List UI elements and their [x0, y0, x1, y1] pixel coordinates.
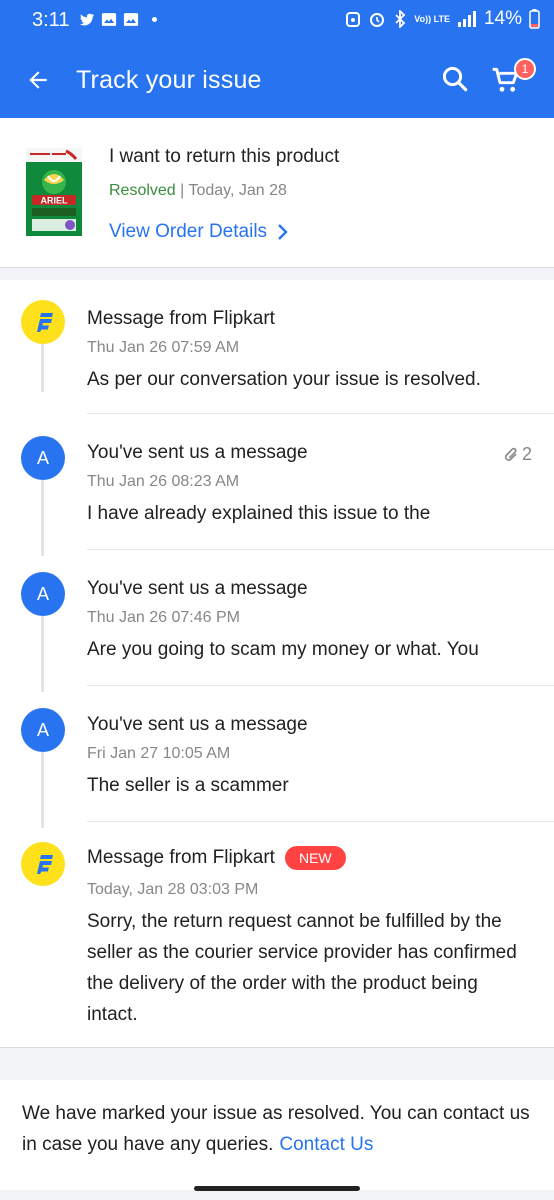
new-badge: NEW	[284, 846, 346, 870]
product-status: Resolved | Today, Jan 28	[109, 182, 287, 200]
message-time: Fri Jan 27 10:05 AM	[87, 745, 231, 762]
alarm-clock-icon	[370, 13, 385, 27]
product-card: ARIEL I want to return this product Reso…	[0, 118, 554, 268]
photo-icon	[101, 13, 117, 26]
message-title: Message from Flipkart	[87, 308, 275, 329]
message-title: You've sent us a message	[87, 714, 308, 735]
back-button[interactable]	[22, 64, 54, 96]
message-time: Thu Jan 26 08:23 AM	[87, 473, 240, 490]
paperclip-icon	[504, 447, 517, 461]
notification-icons	[78, 11, 157, 28]
message-body: Sorry, the return request cannot be fulf…	[87, 911, 517, 1025]
search-button[interactable]	[440, 64, 472, 96]
more-notifications-dot	[152, 17, 157, 22]
flipkart-logo-icon	[37, 855, 53, 874]
volte-indicator: Vo)) LTE	[414, 13, 450, 24]
flipkart-logo-icon	[37, 313, 53, 332]
user-avatar: A	[21, 436, 65, 480]
message-item[interactable]: Message from Flipkart NEW Today, Jan 28 …	[0, 822, 554, 1048]
resolution-note-text: We have marked your issue as resolved. Y…	[22, 1103, 530, 1155]
home-indicator[interactable]	[194, 1186, 360, 1191]
contact-us-link[interactable]: Contact Us	[279, 1134, 373, 1155]
message-item[interactable]: A You've sent us a message 2 Thu Jan 26 …	[0, 414, 554, 550]
message-title: You've sent us a message	[87, 578, 308, 599]
message-body: I have already explained this issue to t…	[87, 503, 431, 524]
ariel-pack-image: ARIEL	[26, 148, 82, 236]
system-icons: Vo)) LTE 14%	[345, 8, 540, 30]
flipkart-avatar	[21, 300, 65, 344]
message-item[interactable]: A You've sent us a message Thu Jan 26 07…	[0, 550, 554, 686]
bluetooth-icon	[395, 10, 406, 28]
flipkart-avatar	[21, 842, 65, 886]
message-body: Are you going to scam my money or what. …	[87, 639, 479, 660]
message-body: As per our conversation your issue is re…	[87, 369, 481, 390]
search-icon	[442, 66, 468, 92]
svg-text:ARIEL: ARIEL	[41, 196, 69, 206]
view-order-details-label: View Order Details	[109, 221, 268, 242]
cart-count-badge: 1	[514, 58, 536, 80]
status-date: Today, Jan 28	[188, 182, 287, 199]
battery-icon	[529, 9, 540, 29]
chevron-right-icon	[278, 224, 288, 240]
status-bar: 3:11 Vo)) LTE 14%	[0, 0, 554, 42]
user-avatar: A	[21, 572, 65, 616]
message-item[interactable]: A You've sent us a message Fri Jan 27 10…	[0, 686, 554, 822]
resolution-note: We have marked your issue as resolved. Y…	[0, 1080, 554, 1190]
message-timeline: Message from Flipkart Thu Jan 26 07:59 A…	[0, 280, 554, 1048]
signal-icon	[457, 11, 476, 27]
attachment-count[interactable]: 2	[504, 444, 532, 465]
app-bar: Track your issue	[0, 42, 554, 118]
product-image: ARIEL	[22, 146, 86, 238]
message-body: The seller is a scammer	[87, 775, 289, 796]
status-separator: |	[175, 182, 189, 199]
message-item[interactable]: Message from Flipkart Thu Jan 26 07:59 A…	[0, 280, 554, 414]
message-time: Thu Jan 26 07:59 AM	[87, 339, 240, 356]
alarm-icon	[346, 12, 361, 27]
message-title: Message from Flipkart NEW	[87, 846, 346, 870]
message-time: Thu Jan 26 07:46 PM	[87, 609, 240, 626]
status-badge: Resolved	[109, 182, 176, 199]
status-time: 3:11	[32, 9, 70, 31]
user-avatar: A	[21, 708, 65, 752]
message-time: Today, Jan 28 03:03 PM	[87, 881, 259, 898]
page-title: Track your issue	[76, 66, 262, 94]
message-title: You've sent us a message	[87, 442, 308, 463]
twitter-icon	[79, 13, 95, 26]
product-title: I want to return this product	[109, 146, 340, 167]
back-arrow-icon	[29, 71, 47, 89]
view-order-details-link[interactable]: View Order Details	[109, 221, 289, 243]
photo-icon	[123, 13, 139, 26]
battery-percent: 14%	[483, 8, 522, 29]
